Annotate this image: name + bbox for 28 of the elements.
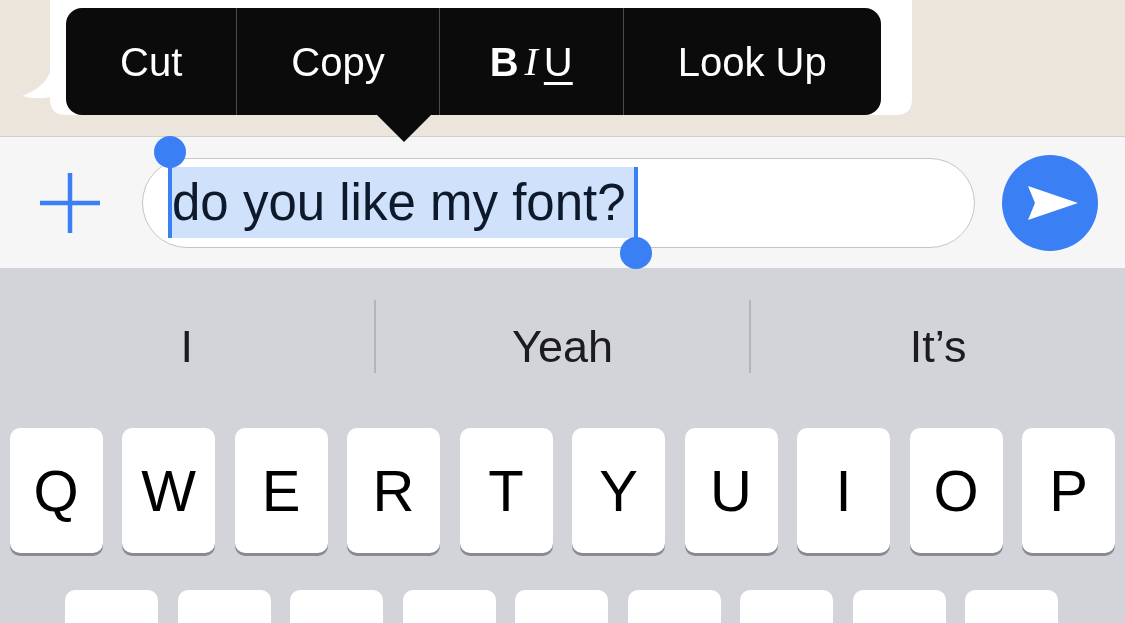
keyboard-key[interactable]: I bbox=[797, 428, 890, 553]
keyboard-key[interactable] bbox=[852, 590, 946, 623]
format-button[interactable]: BIU bbox=[438, 8, 623, 115]
keyboard-key[interactable]: E bbox=[234, 428, 328, 553]
suggestion-button[interactable]: Yeah bbox=[375, 268, 750, 426]
keyboard-key[interactable]: Y bbox=[572, 428, 665, 553]
keyboard-key[interactable]: W bbox=[122, 428, 215, 553]
keyboard-key[interactable] bbox=[290, 590, 383, 623]
plus-icon bbox=[40, 172, 100, 233]
add-button[interactable] bbox=[40, 172, 100, 233]
menu-item[interactable]: Look Up bbox=[622, 8, 881, 115]
keyboard-key[interactable] bbox=[627, 590, 721, 623]
keyboard-key[interactable]: O bbox=[909, 428, 1003, 553]
keyboard-key[interactable] bbox=[402, 590, 496, 623]
keyboard-key[interactable] bbox=[515, 590, 608, 623]
keyboard-key[interactable] bbox=[740, 590, 833, 623]
keyboard-key[interactable]: R bbox=[347, 428, 440, 553]
suggestion-button[interactable]: It’s bbox=[751, 268, 1125, 426]
suggestion-button[interactable]: I bbox=[0, 268, 374, 426]
send-icon bbox=[1028, 185, 1078, 220]
keyboard-key[interactable] bbox=[965, 590, 1058, 623]
keyboard-key[interactable]: P bbox=[1022, 428, 1115, 553]
keyboard-key[interactable]: Q bbox=[9, 428, 103, 553]
keyboard-key[interactable] bbox=[65, 590, 158, 623]
keyboard-key[interactable]: T bbox=[459, 428, 553, 553]
menu-item[interactable]: Cut bbox=[66, 8, 237, 115]
keyboard-key[interactable] bbox=[177, 590, 271, 623]
keyboard-key[interactable]: U bbox=[684, 428, 778, 553]
